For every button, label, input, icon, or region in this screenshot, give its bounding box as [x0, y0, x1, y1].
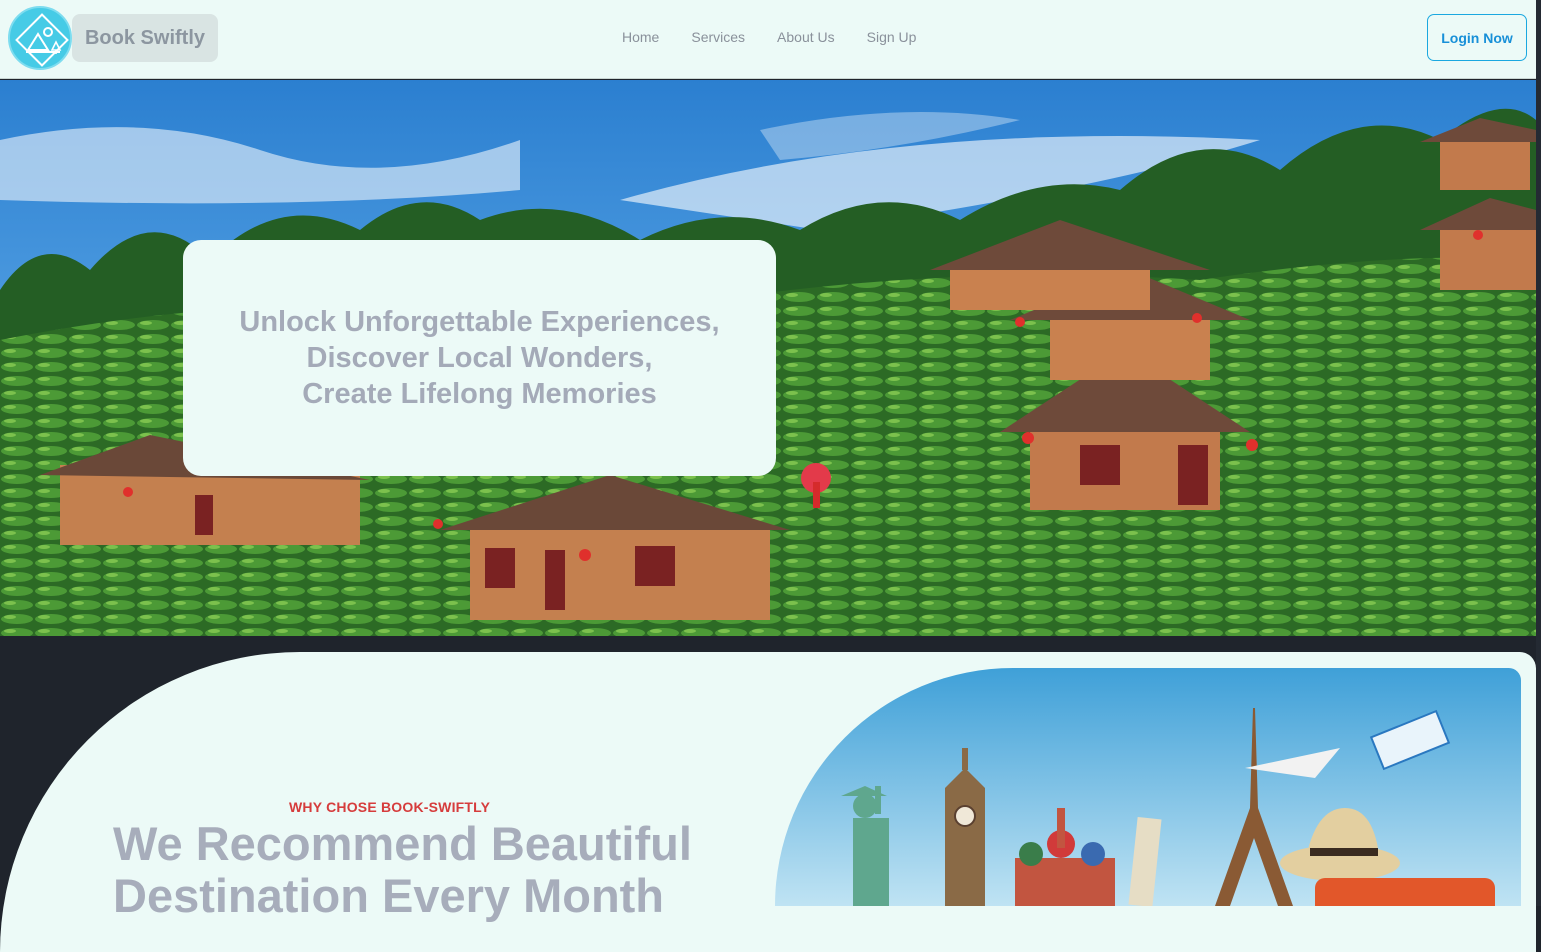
hero-headline: Unlock Unforgettable Experiences, Discov…: [239, 304, 719, 412]
nav-sign-up[interactable]: Sign Up: [851, 28, 933, 46]
nav-home[interactable]: Home: [606, 28, 675, 46]
login-button[interactable]: Login Now: [1427, 14, 1527, 61]
main-nav: Home Services About Us Sign Up: [606, 28, 932, 46]
headline-line: Destination Every Month: [113, 869, 665, 922]
brand-name[interactable]: Book Swiftly: [72, 14, 218, 62]
window-edge: [1536, 0, 1541, 906]
destinations-image: [775, 668, 1521, 906]
navbar: Book Swiftly Home Services About Us Sign…: [0, 0, 1536, 79]
hero-line: Discover Local Wonders,: [306, 342, 653, 374]
mountain-camp-icon: [15, 13, 69, 67]
world-landmarks-illustration: [775, 668, 1521, 906]
logo[interactable]: [8, 6, 72, 70]
hero-section: Unlock Unforgettable Experiences, Discov…: [0, 80, 1536, 636]
nav-services[interactable]: Services: [675, 28, 761, 46]
hero-card: Unlock Unforgettable Experiences, Discov…: [183, 240, 776, 476]
hero-line: Create Lifelong Memories: [302, 378, 657, 410]
hero-line: Unlock Unforgettable Experiences,: [239, 306, 720, 338]
nav-about-us[interactable]: About Us: [761, 28, 851, 46]
section-headline: We Recommend Beautiful Destination Every…: [113, 818, 692, 922]
headline-line: We Recommend Beautiful: [113, 817, 692, 870]
section-eyebrow: WHY CHOSE BOOK-SWIFTLY: [289, 799, 491, 815]
